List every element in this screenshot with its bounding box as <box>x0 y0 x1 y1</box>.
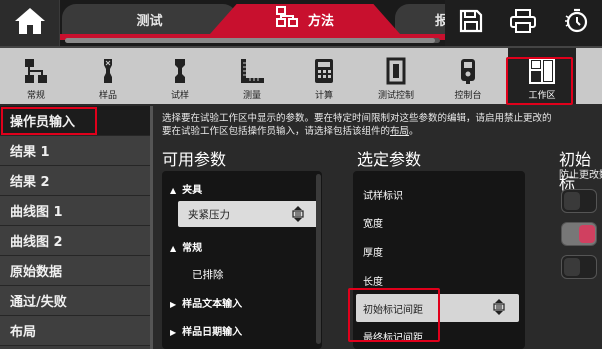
group-general-label: 常规 <box>182 243 203 254</box>
toolbar-console[interactable]: 控制台 <box>434 48 502 104</box>
sidebar-item-label: 曲线图 2 <box>10 235 63 250</box>
sidebar-item-layout[interactable]: 布局 <box>0 316 150 346</box>
right-tools <box>445 0 602 46</box>
toolbar-measure[interactable]: 测量 <box>218 48 286 104</box>
selected-item-length[interactable]: 长度 <box>363 273 383 288</box>
toolbar-calculate-label: 计算 <box>314 91 333 101</box>
toolbar-general[interactable]: 常规 <box>2 48 70 104</box>
group-sample-date-label: 样品日期输入 <box>182 327 243 338</box>
description-line-1: 选择要在试验工作区中显示的参数。要在特定时间限制对这些参数的编辑，请启用禁止更改… <box>162 113 552 124</box>
print-icon <box>510 9 537 37</box>
save-button[interactable] <box>456 8 486 38</box>
tree-icon <box>22 56 50 86</box>
selected-item-thickness[interactable]: 厚度 <box>363 244 383 259</box>
sidebar-item-label: 结果 1 <box>10 145 50 160</box>
expand-triangle-icon: ▶ <box>170 328 177 337</box>
toolbar-specimen[interactable]: 试样 <box>146 48 214 104</box>
method-tree-icon <box>275 6 298 32</box>
prevent-change-label: 防止更改数 <box>559 170 602 181</box>
specimen-icon <box>166 56 194 86</box>
sidebar-item-graph-2[interactable]: 曲线图 2 <box>0 226 150 256</box>
sidebar-item-graph-1[interactable]: 曲线图 1 <box>0 196 150 226</box>
sidebar-item-label: 通过/失败 <box>10 295 67 310</box>
toolbar-test-control[interactable]: 测试控制 <box>362 48 430 104</box>
collapse-triangle-icon: ▲ <box>170 244 177 253</box>
toolbar-console-label: 控制台 <box>454 91 482 101</box>
toolbar-sample-label: 样品 <box>98 91 117 101</box>
available-params-list[interactable]: ▲ 夹具 ▲ 常规 已排除 ▶ 样品文本输入 ▶ 样品日期输入 <box>162 171 322 349</box>
group-fixture-label: 夹具 <box>182 185 203 196</box>
toolbar-measure-label: 测量 <box>242 91 261 101</box>
sample-icon <box>94 56 122 86</box>
top-bar: 测试 报 方法 <box>0 0 602 46</box>
clamp-pressure-item[interactable]: 夹紧压力 <box>178 201 318 227</box>
collapse-triangle-icon: ▲ <box>170 186 177 195</box>
description-end: 。 <box>409 126 419 137</box>
toggle-knob <box>579 225 595 243</box>
group-fixture[interactable]: ▲ 夹具 <box>170 181 202 196</box>
available-list-scrollbar[interactable] <box>316 174 321 344</box>
group-sample-date[interactable]: ▶ 样品日期输入 <box>170 323 242 338</box>
prevent-change-toggle-3[interactable] <box>561 255 597 279</box>
prevent-change-toggle-1[interactable] <box>561 189 597 213</box>
tab-scrollbar-thumb[interactable] <box>65 38 435 43</box>
available-params-title: 可用参数 <box>162 150 227 169</box>
selected-gauge-highlight-box <box>348 288 440 342</box>
toolbar-general-label: 常规 <box>26 91 45 101</box>
toolbar-specimen-label: 试样 <box>170 91 189 101</box>
sidebar-item-label: 结果 2 <box>10 175 50 190</box>
sidebar-item-label: 布局 <box>10 325 37 340</box>
selected-item-width[interactable]: 宽度 <box>363 215 383 230</box>
ruler-icon <box>238 56 266 86</box>
toolbar-sample[interactable]: 样品 <box>74 48 142 104</box>
sidebar: 操作员输入 结果 1 结果 2 曲线图 1 曲线图 2 原始数据 通过/失败 布… <box>0 106 150 349</box>
prevent-change-toggle-2[interactable] <box>561 222 597 246</box>
tab-report[interactable]: 报 <box>395 4 445 34</box>
clamp-pressure-label: 夹紧压力 <box>188 208 230 221</box>
sidebar-item-raw-data[interactable]: 原始数据 <box>0 256 150 286</box>
test-control-icon <box>382 56 410 86</box>
group-sample-text-label: 样品文本输入 <box>182 299 243 310</box>
tab-test[interactable]: 测试 <box>62 4 237 34</box>
sidebar-item-result-2[interactable]: 结果 2 <box>0 166 150 196</box>
expand-triangle-icon: ▶ <box>170 300 177 309</box>
sidebar-item-label: 曲线图 1 <box>10 205 63 220</box>
timer-button[interactable] <box>561 8 591 38</box>
calculator-icon <box>310 56 338 86</box>
save-icon <box>459 9 483 37</box>
move-handle-icon[interactable] <box>491 299 507 318</box>
sidebar-item-label: 原始数据 <box>10 265 63 280</box>
tab-scrollbar[interactable] <box>65 38 440 43</box>
tab-method-label: 方法 <box>307 13 334 29</box>
group-sample-text[interactable]: ▶ 样品文本输入 <box>170 295 242 310</box>
selected-item-specimen-id[interactable]: 试样标识 <box>363 187 403 202</box>
layout-link[interactable]: 布局 <box>390 126 409 137</box>
excluded-item[interactable]: 已排除 <box>192 267 224 282</box>
workspace-highlight-box <box>506 57 573 105</box>
sidebar-item-pass-fail[interactable]: 通过/失败 <box>0 286 150 316</box>
timer-icon <box>563 8 589 38</box>
home-button[interactable] <box>0 0 60 46</box>
tab-report-label: 报 <box>435 13 445 29</box>
console-icon <box>454 56 482 86</box>
toggle-knob <box>564 192 580 210</box>
move-handle-icon[interactable] <box>290 206 306 225</box>
tab-method[interactable]: 方法 <box>210 4 400 34</box>
selected-params-title: 选定参数 <box>357 150 422 169</box>
tab-strip: 测试 报 方法 <box>60 0 445 46</box>
description: 选择要在试验工作区中显示的参数。要在特定时间限制对这些参数的编辑，请启用禁止更改… <box>162 112 602 138</box>
print-button[interactable] <box>508 8 538 38</box>
group-general[interactable]: ▲ 常规 <box>170 239 202 254</box>
toolbar-test-control-label: 测试控制 <box>377 91 414 101</box>
home-icon <box>13 6 47 40</box>
tab-test-label: 测试 <box>136 13 163 29</box>
toggle-knob <box>564 258 580 276</box>
sidebar-item-result-1[interactable]: 结果 1 <box>0 136 150 166</box>
toolbar-calculate[interactable]: 计算 <box>290 48 358 104</box>
description-line-2: 要在试验工作区包括操作员输入，请选择包括该组件的 <box>162 126 391 137</box>
operator-input-highlight-box <box>1 107 97 135</box>
